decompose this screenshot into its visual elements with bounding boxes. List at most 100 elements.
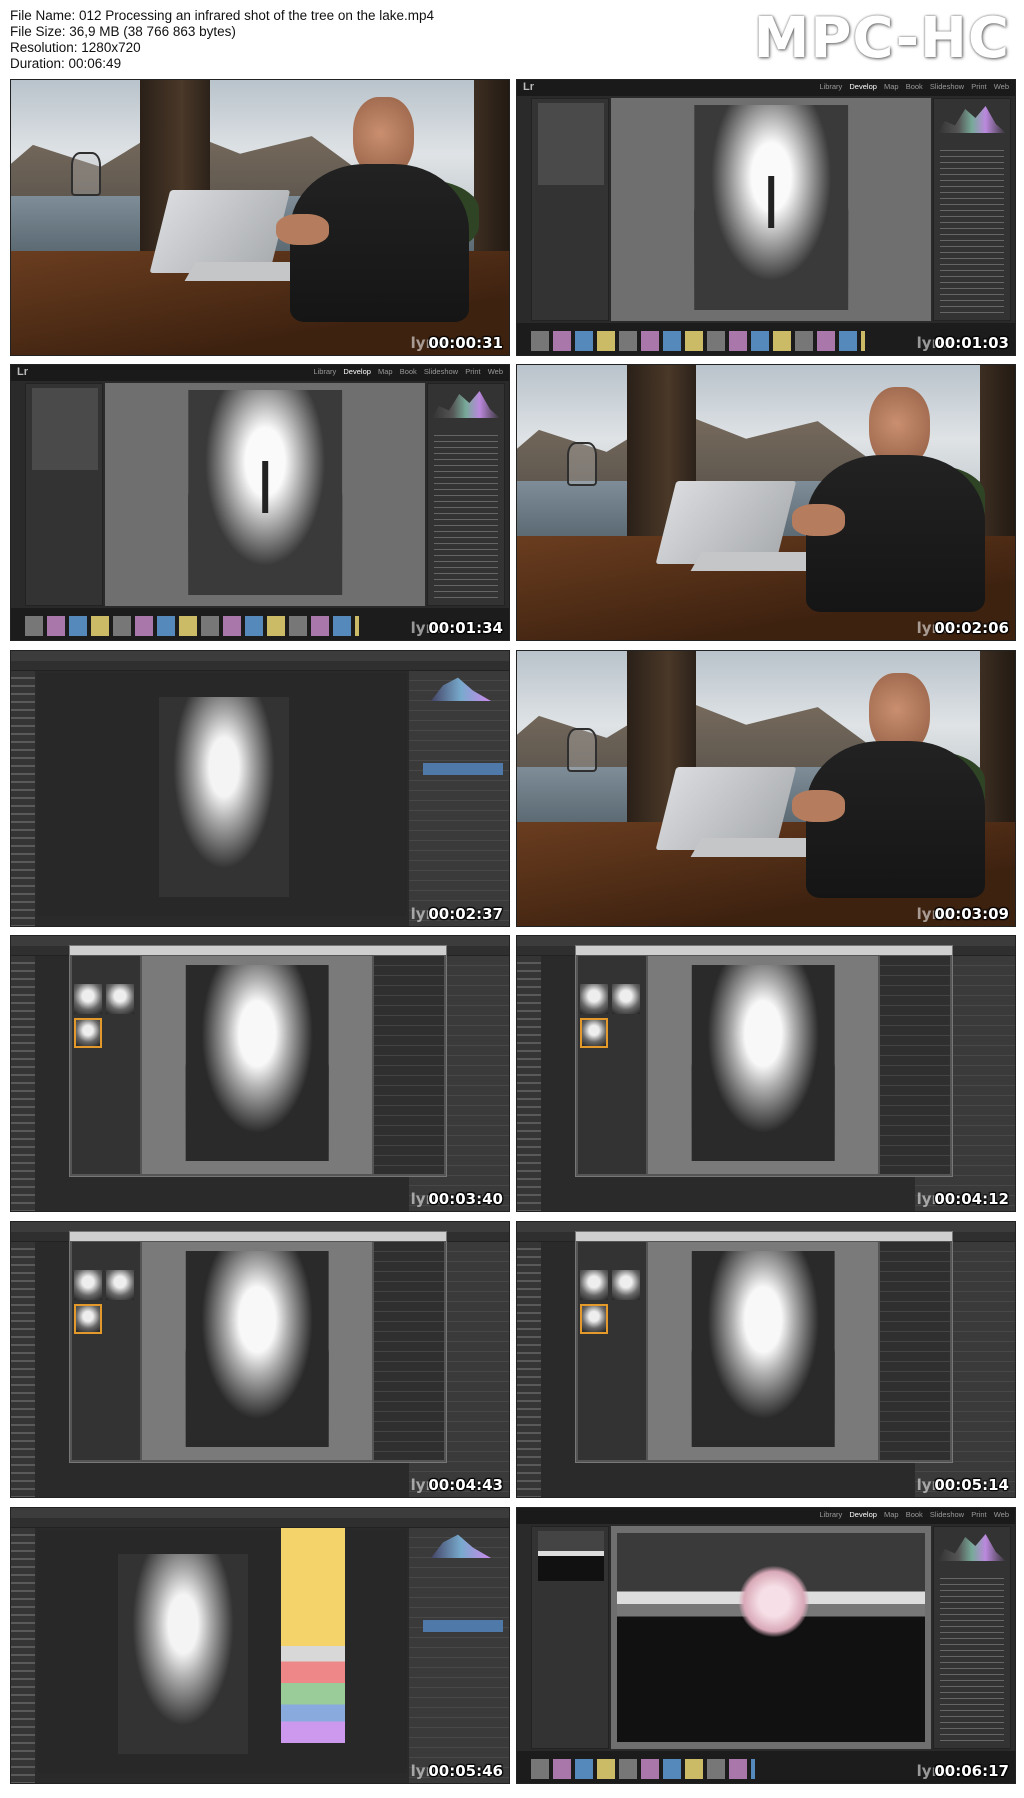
module-web[interactable]: Web: [994, 82, 1009, 91]
photoshop-window: [11, 651, 509, 926]
dialog-title-bar: [576, 946, 952, 955]
module-print[interactable]: Print: [465, 367, 480, 376]
thumbnail-3[interactable]: Lr Library Develop Map Book Slideshow Pr…: [10, 364, 510, 641]
filmstrip-cells[interactable]: [531, 331, 865, 351]
brand-logo: MPC-HC: [753, 6, 1010, 71]
module-book[interactable]: Book: [906, 1510, 923, 1519]
thumbnail-7[interactable]: lynd 00:03:40: [10, 935, 510, 1212]
thumbnail-6[interactable]: lynd 00:03:09: [516, 650, 1016, 927]
module-web[interactable]: Web: [994, 1510, 1009, 1519]
adjustments-panel[interactable]: [374, 956, 444, 1174]
timestamp: 00:05:14: [934, 1476, 1009, 1494]
document-canvas: [37, 673, 407, 916]
layers-panel: [409, 671, 509, 926]
filmstrip-cells[interactable]: [25, 616, 359, 636]
menu-bar[interactable]: [11, 651, 509, 661]
module-web[interactable]: Web: [488, 367, 503, 376]
lantern-icon: [566, 728, 597, 772]
duration-line: Duration: 00:06:49: [10, 56, 122, 71]
silver-efex-dialog: [575, 1231, 953, 1463]
image-preview: [611, 1526, 931, 1749]
module-print[interactable]: Print: [971, 82, 986, 91]
thumbnail-5[interactable]: lynd 00:02:37: [10, 650, 510, 927]
thumbnail-10[interactable]: lynd 00:05:14: [516, 1221, 1016, 1498]
laptop-image: [656, 766, 797, 849]
left-panel: [531, 1526, 609, 1749]
module-map[interactable]: Map: [884, 82, 899, 91]
module-print[interactable]: Print: [971, 1510, 986, 1519]
preset-thumb-selected[interactable]: [580, 1018, 608, 1048]
module-develop[interactable]: Develop: [849, 1510, 877, 1519]
develop-sliders[interactable]: [940, 145, 1004, 314]
preset-thumb[interactable]: [612, 1270, 640, 1300]
image-preview: [611, 98, 931, 321]
adjustments-panel[interactable]: [880, 956, 950, 1174]
module-book[interactable]: Book: [400, 367, 417, 376]
left-panel: [531, 98, 609, 321]
module-develop[interactable]: Develop: [849, 82, 877, 91]
resolution-line: Resolution: 1280x720: [10, 40, 141, 55]
preset-thumb-selected[interactable]: [74, 1304, 102, 1334]
preset-thumb[interactable]: [74, 984, 102, 1014]
preset-thumb[interactable]: [580, 1270, 608, 1300]
preset-thumb[interactable]: [74, 1270, 102, 1300]
module-develop[interactable]: Develop: [343, 367, 371, 376]
lightroom-window: Library Develop Map Book Slideshow Print…: [517, 1508, 1015, 1783]
filmstrip-cells[interactable]: [531, 1759, 755, 1779]
thumbnail-12[interactable]: Library Develop Map Book Slideshow Print…: [516, 1507, 1016, 1784]
thumbnail-8[interactable]: lynd 00:04:12: [516, 935, 1016, 1212]
module-map[interactable]: Map: [884, 1510, 899, 1519]
timestamp: 00:01:03: [934, 334, 1009, 352]
adjustments-panel[interactable]: [374, 1242, 444, 1460]
preset-thumb[interactable]: [106, 984, 134, 1014]
develop-sliders[interactable]: [940, 1573, 1004, 1742]
file-name-line: File Name: 012 Processing an infrared sh…: [10, 8, 434, 23]
video-frame: [517, 651, 1015, 926]
presets-panel: [578, 1242, 646, 1460]
module-picker: Library Develop Map Book Slideshow Print…: [814, 82, 1009, 91]
preset-thumb-selected[interactable]: [74, 1018, 102, 1048]
silver-efex-dialog: [69, 1231, 447, 1463]
thumbnail-9[interactable]: lynd 00:04:43: [10, 1221, 510, 1498]
bw-tree-photo: [691, 964, 835, 1161]
document-canvas: [37, 1530, 407, 1773]
navigator-preview: [32, 388, 98, 470]
thumbnail-2[interactable]: Lr Library Develop Map Book Slideshow Pr…: [516, 79, 1016, 356]
timestamp: 00:04:12: [934, 1190, 1009, 1208]
basic-panel: [427, 383, 505, 606]
module-slideshow[interactable]: Slideshow: [930, 1510, 964, 1519]
thumbnail-4[interactable]: lynd 00:02:06: [516, 364, 1016, 641]
preset-thumb[interactable]: [580, 984, 608, 1014]
module-slideshow[interactable]: Slideshow: [930, 82, 964, 91]
action-buttons-panel[interactable]: [281, 1528, 345, 1743]
module-library[interactable]: Library: [819, 1510, 842, 1519]
presenter: [275, 96, 470, 323]
timestamp: 00:06:17: [934, 1762, 1009, 1780]
basic-panel: [933, 98, 1011, 321]
preset-thumb-selected[interactable]: [580, 1304, 608, 1334]
options-bar[interactable]: [11, 661, 509, 671]
thumbnail-1[interactable]: lynd 00:00:31: [10, 79, 510, 356]
thumbnail-11[interactable]: lynd 00:05:46: [10, 1507, 510, 1784]
module-book[interactable]: Book: [906, 82, 923, 91]
module-map[interactable]: Map: [378, 367, 393, 376]
timestamp: 00:02:06: [934, 619, 1009, 637]
module-library[interactable]: Library: [313, 367, 336, 376]
preset-thumb[interactable]: [106, 1270, 134, 1300]
preset-thumb[interactable]: [612, 984, 640, 1014]
develop-sliders[interactable]: [434, 430, 498, 599]
infrared-tree-photo: [694, 104, 848, 310]
laptop-image: [150, 190, 291, 273]
tools-panel[interactable]: [11, 671, 35, 926]
selected-layer[interactable]: [423, 763, 503, 775]
module-slideshow[interactable]: Slideshow: [424, 367, 458, 376]
selected-layer[interactable]: [423, 1620, 503, 1632]
timestamp: 00:04:43: [428, 1476, 503, 1494]
dialog-preview: [142, 956, 372, 1174]
adjustments-panel[interactable]: [880, 1242, 950, 1460]
infrared-tree-photo: [188, 389, 342, 595]
presets-panel: [72, 1242, 140, 1460]
histogram: [938, 106, 1006, 133]
module-library[interactable]: Library: [819, 82, 842, 91]
bw-tree-photo: [118, 1554, 248, 1754]
